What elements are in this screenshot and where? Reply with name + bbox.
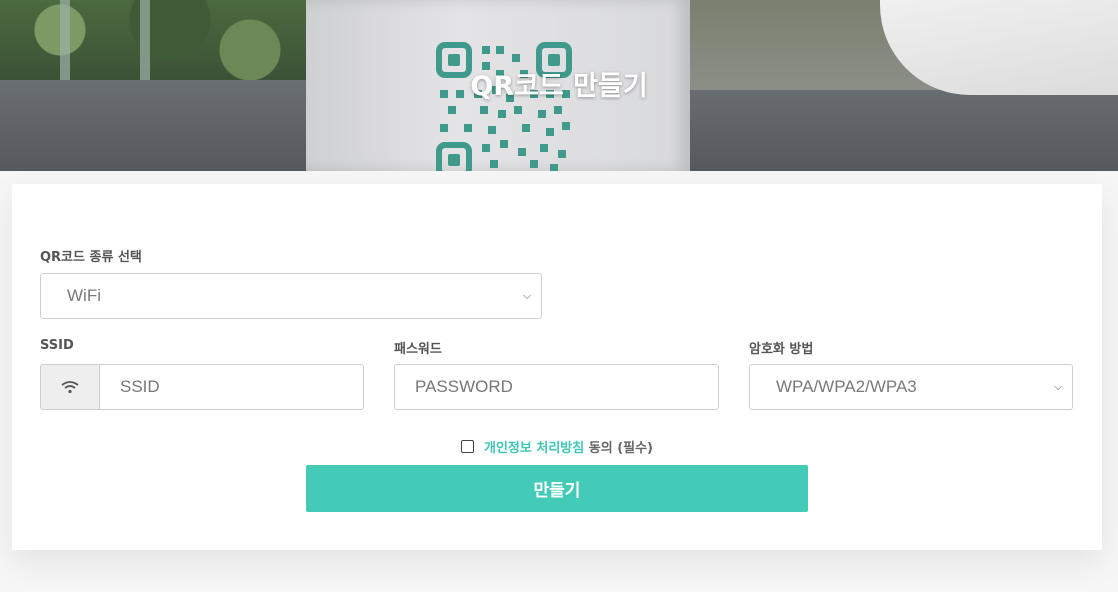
encryption-selected-value: WPA/WPA2/WPA3 bbox=[776, 377, 917, 396]
qr-type-selected-value: WiFi bbox=[67, 286, 101, 305]
wifi-icon bbox=[61, 381, 79, 394]
hero-banner: QR코드 만들기 bbox=[0, 0, 1118, 171]
page-title: QR코드 만들기 bbox=[470, 71, 648, 102]
password-label: 패스워드 bbox=[394, 342, 442, 357]
create-button[interactable]: 만들기 bbox=[306, 465, 808, 512]
chevron-down-icon: ⌵ bbox=[1053, 380, 1063, 393]
chevron-down-icon: ⌵ bbox=[522, 289, 532, 302]
encryption-label: 암호화 방법 bbox=[749, 342, 814, 357]
consent-text: 동의 (필수) bbox=[584, 441, 653, 456]
qr-type-select[interactable]: WiFi ⌵ bbox=[40, 273, 542, 319]
ssid-placeholder: SSID bbox=[120, 377, 160, 396]
qr-code-image bbox=[436, 42, 572, 171]
privacy-policy-link[interactable]: 개인정보 처리방침 bbox=[484, 441, 584, 456]
ssid-input[interactable]: SSID bbox=[99, 364, 364, 410]
qr-type-label: QR코드 종류 선택 bbox=[40, 250, 142, 265]
consent-row: 개인정보 처리방침 동의 (필수) bbox=[12, 437, 1102, 456]
ssid-label: SSID bbox=[40, 338, 74, 353]
qr-form-panel: QR코드 종류 선택 WiFi ⌵ SSID SSID 패스워드 PASSWOR… bbox=[12, 184, 1102, 550]
encryption-select[interactable]: WPA/WPA2/WPA3 ⌵ bbox=[749, 364, 1073, 410]
password-input[interactable]: PASSWORD bbox=[394, 364, 719, 410]
password-placeholder: PASSWORD bbox=[415, 377, 513, 396]
consent-checkbox[interactable] bbox=[461, 440, 474, 453]
ssid-addon bbox=[40, 364, 99, 410]
